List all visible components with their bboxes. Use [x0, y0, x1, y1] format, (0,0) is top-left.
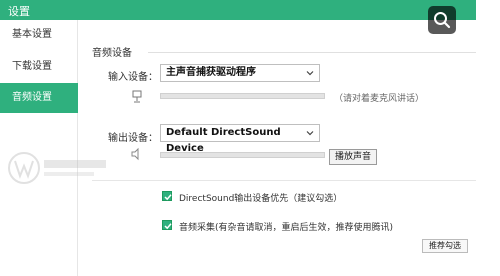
play-sound-button[interactable]: 播放声音	[329, 149, 377, 165]
output-device-value: Default DirectSound Device	[166, 127, 281, 154]
audio-capture-checkbox[interactable]	[162, 220, 172, 230]
output-device-label: 输出设备：	[108, 133, 158, 144]
input-device-select[interactable]: 主声音捕获驱动程序	[160, 64, 320, 82]
options-divider	[92, 180, 488, 181]
input-device-label: 输入设备：	[108, 72, 158, 83]
input-level-meter	[160, 93, 325, 99]
sidebar-item-label: 音频设置	[12, 92, 52, 103]
settings-sidebar: 基本设置 下载设置 音频设置	[0, 20, 106, 276]
window-title: 设置	[8, 5, 30, 18]
audio-capture-label: 音频采集(有杂音请取消，重启后生效，推荐使用腾讯)	[179, 223, 394, 233]
sidebar-item-basic[interactable]: 基本设置	[0, 20, 78, 50]
directsound-priority-label: DirectSound输出设备优先（建议勾选）	[179, 194, 343, 204]
section-divider	[148, 52, 488, 53]
sidebar-item-audio[interactable]: 音频设置	[0, 83, 78, 113]
recommend-button[interactable]: 推荐勾选	[422, 239, 468, 253]
right-margin	[476, 0, 500, 276]
microphone-icon	[132, 90, 142, 103]
input-hint: （请对着麦克风讲话）	[334, 94, 425, 104]
audio-settings-panel: 音频设备 输入设备： 主声音捕获驱动程序 （请对着麦克风讲话） 输出设备： De…	[78, 20, 500, 276]
sidebar-item-label: 下载设置	[12, 61, 52, 72]
chevron-down-icon	[306, 71, 314, 76]
output-device-select[interactable]: Default DirectSound Device	[160, 124, 320, 154]
directsound-priority-checkbox[interactable]	[162, 191, 172, 201]
sidebar-item-label: 基本设置	[12, 29, 52, 40]
section-title: 音频设备	[92, 48, 132, 59]
checkmark-icon	[164, 194, 172, 201]
chevron-down-icon	[306, 131, 314, 136]
checkmark-icon	[164, 223, 172, 230]
sidebar-item-download[interactable]: 下载设置	[0, 52, 78, 82]
output-level-meter	[160, 152, 325, 158]
input-device-value: 主声音捕获驱动程序	[166, 67, 256, 78]
title-bar: 设置	[0, 0, 500, 20]
speaker-icon	[131, 147, 139, 161]
